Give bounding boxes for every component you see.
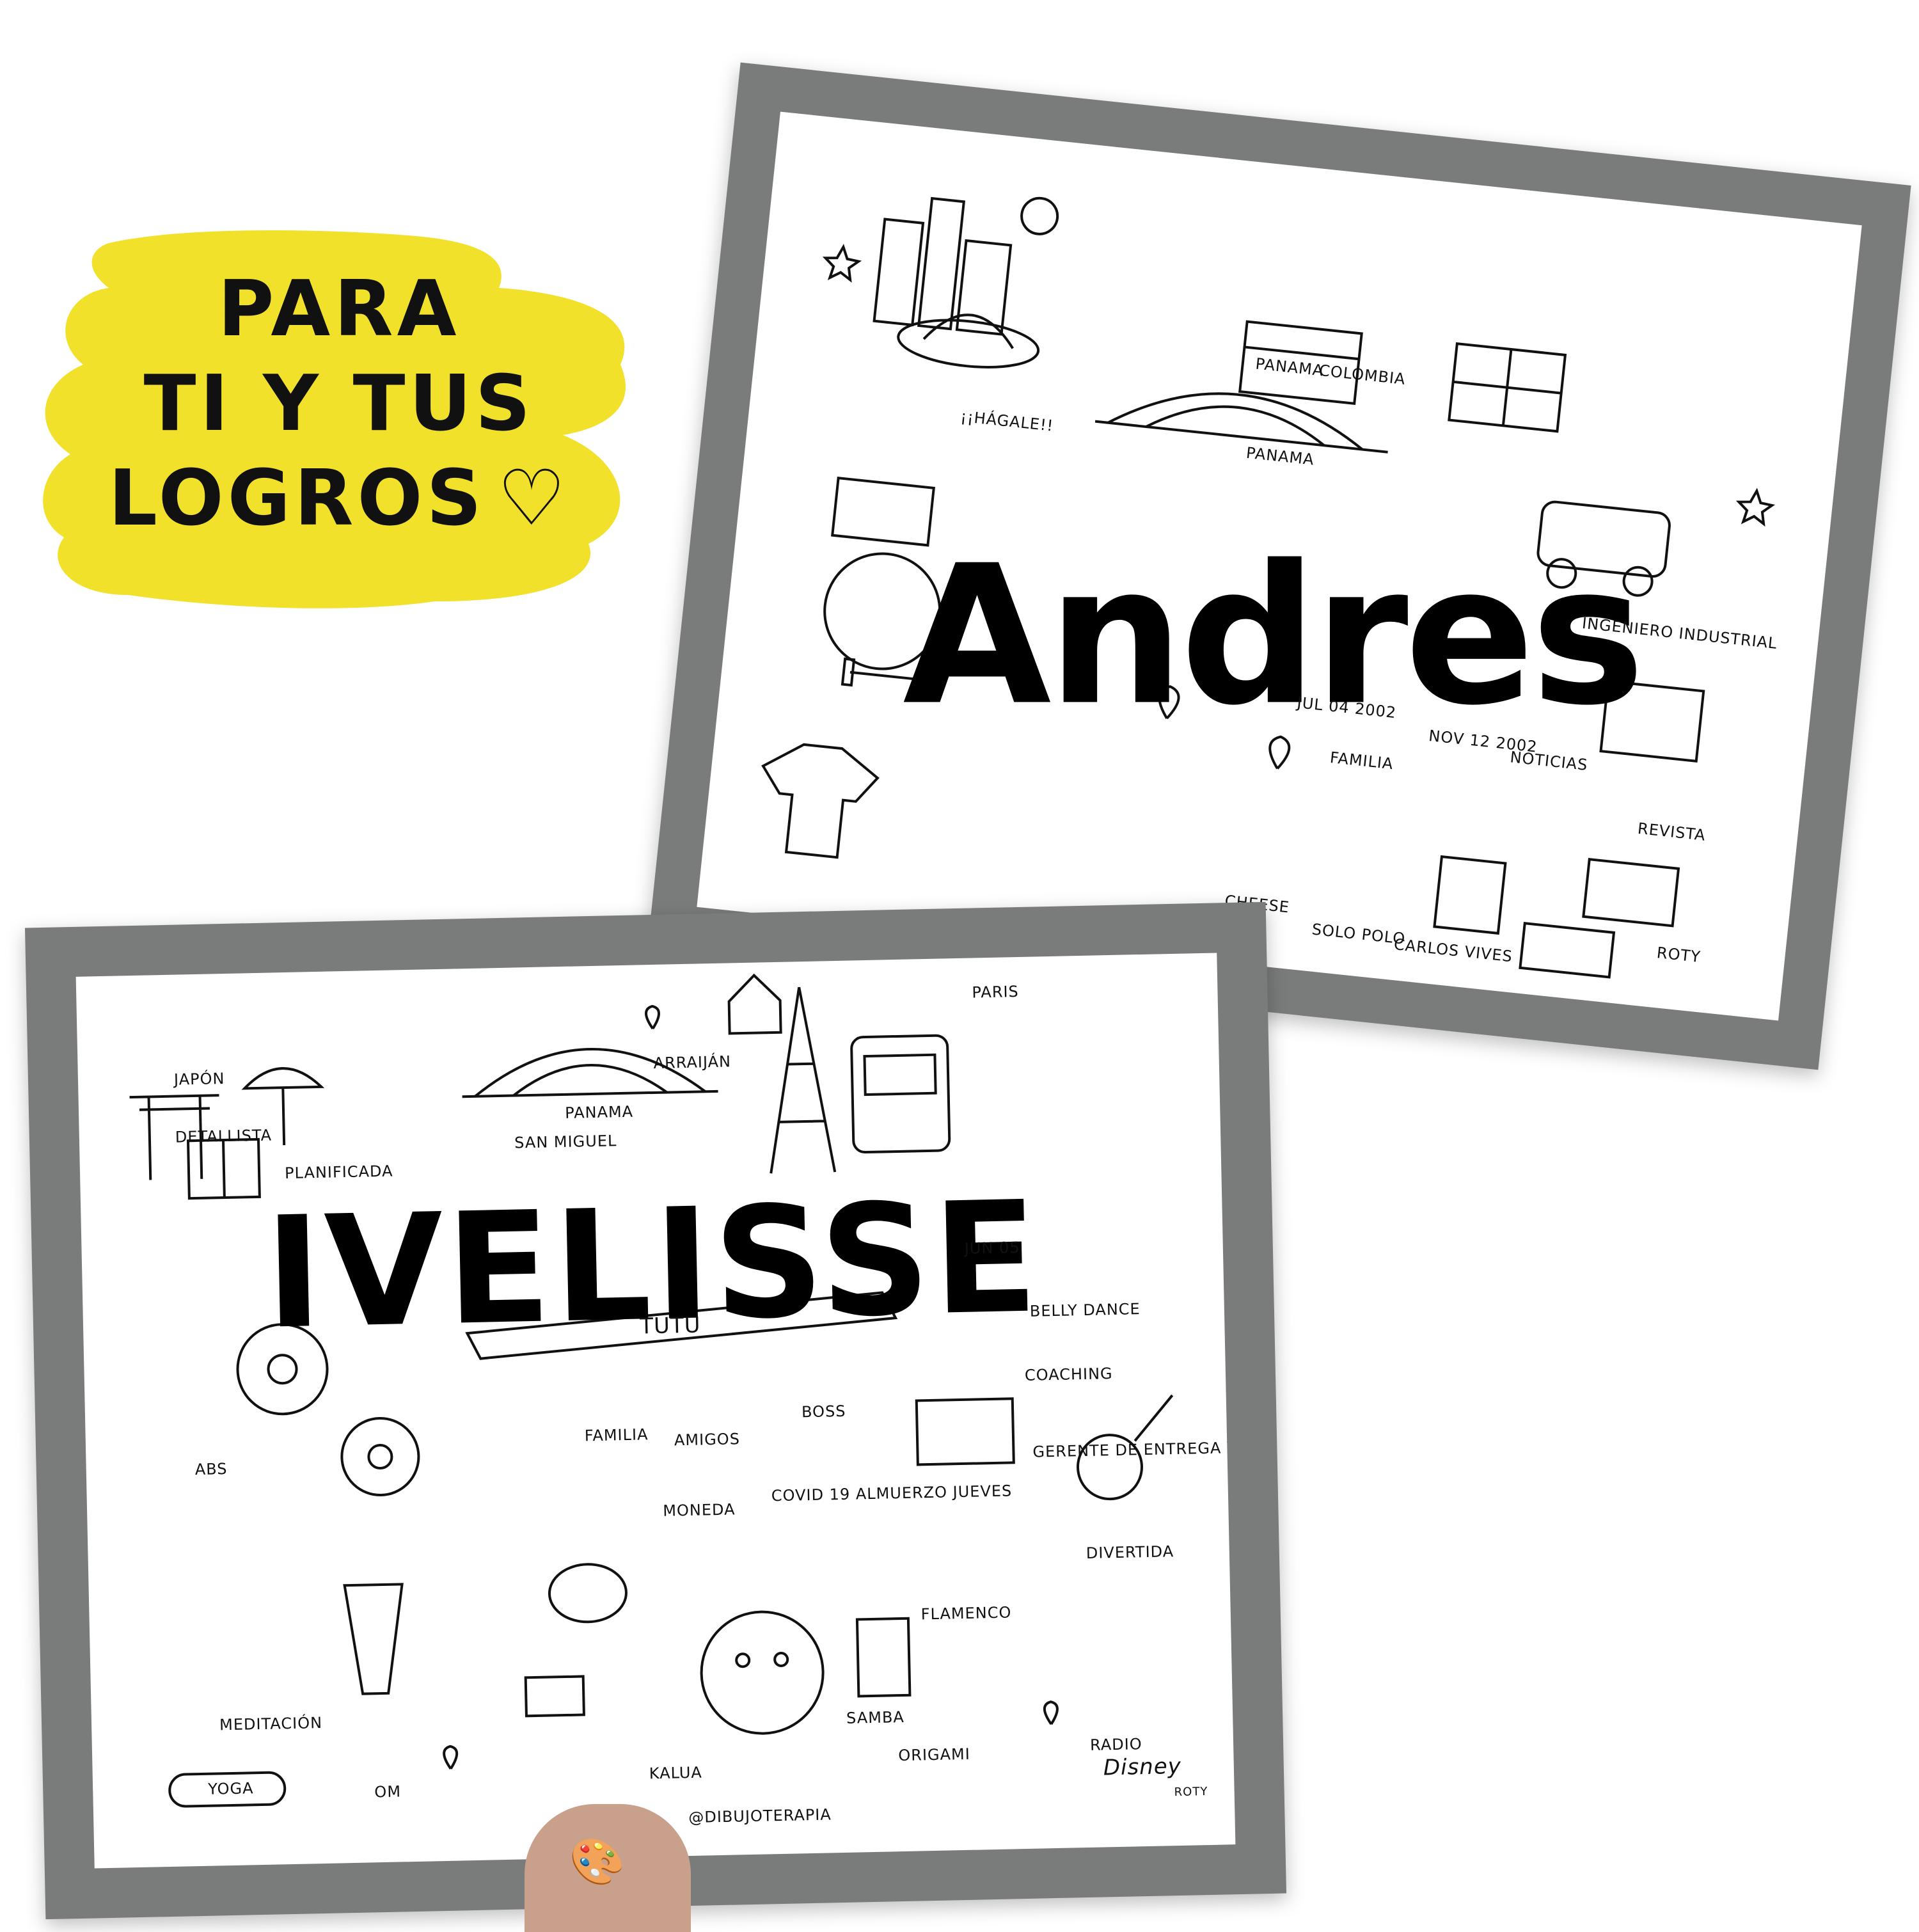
label-radio: RADIO bbox=[1089, 1735, 1142, 1754]
artwork-ivelisse: IVELISSE TUTU JAPÓN DETALLISTA PLANIFICA… bbox=[75, 953, 1236, 1869]
label-om: OM bbox=[374, 1782, 402, 1801]
label-japon: JAPÓN bbox=[173, 1069, 225, 1089]
label-amigos: AMIGOS bbox=[674, 1430, 741, 1450]
label-divertida: DIVERTIDA bbox=[1086, 1542, 1174, 1562]
label-disney: Disney bbox=[1103, 1753, 1182, 1781]
artist-signature: ROTY bbox=[1174, 1785, 1208, 1800]
label-origami: ORIGAMI bbox=[898, 1745, 971, 1765]
promo-badge: PARA TI Y TUS LOGROS ♡ bbox=[26, 218, 652, 627]
promo-line-1: PARA bbox=[217, 265, 461, 354]
palette-tattoo-icon: 🎨 bbox=[569, 1837, 626, 1887]
promo-line-2: TI Y TUS bbox=[143, 360, 535, 448]
hand-holding-frame: 🎨 bbox=[525, 1804, 691, 1932]
label-kalua: KALUA bbox=[649, 1763, 703, 1783]
label-meditacion: MEDITACIÓN bbox=[219, 1714, 323, 1734]
label-jun: JUN 05 bbox=[964, 1239, 1020, 1258]
promo-line-3: LOGROS bbox=[108, 454, 486, 543]
label-coaching: COACHING bbox=[1024, 1365, 1113, 1384]
picture-frame-ivelisse: IVELISSE TUTU JAPÓN DETALLISTA PLANIFICA… bbox=[24, 901, 1287, 1920]
artwork-andres: Andres PANAMA ¡¡HÁGALE!! INGENIERO INDUS… bbox=[697, 111, 1862, 1021]
label-arraijan: ARRAIJÁN bbox=[653, 1052, 732, 1072]
label-planificada: PLANIFICADA bbox=[284, 1162, 393, 1183]
label-panama: PANAMA bbox=[564, 1102, 634, 1122]
label-abs: ABS bbox=[194, 1460, 228, 1479]
label-dibujoterapia: @DIBUJOTERAPIA bbox=[688, 1805, 832, 1827]
label-familia: FAMILIA bbox=[584, 1425, 649, 1445]
artwork-nickname: TUTU bbox=[639, 1312, 701, 1340]
label-detallista: DETALLISTA bbox=[175, 1126, 272, 1146]
label-belly-dance: BELLY DANCE bbox=[1029, 1300, 1141, 1320]
heart-icon: ♡ bbox=[496, 454, 570, 543]
label-san-miguel: SAN MIGUEL bbox=[514, 1132, 617, 1152]
label-flamenco: FLAMENCO bbox=[920, 1603, 1012, 1624]
label-moneda: MONEDA bbox=[662, 1500, 736, 1520]
label-yoga: YOGA bbox=[207, 1779, 254, 1798]
label-paris: PARIS bbox=[972, 982, 1020, 1002]
label-samba: SAMBA bbox=[846, 1707, 905, 1727]
label-boss: BOSS bbox=[801, 1402, 846, 1421]
